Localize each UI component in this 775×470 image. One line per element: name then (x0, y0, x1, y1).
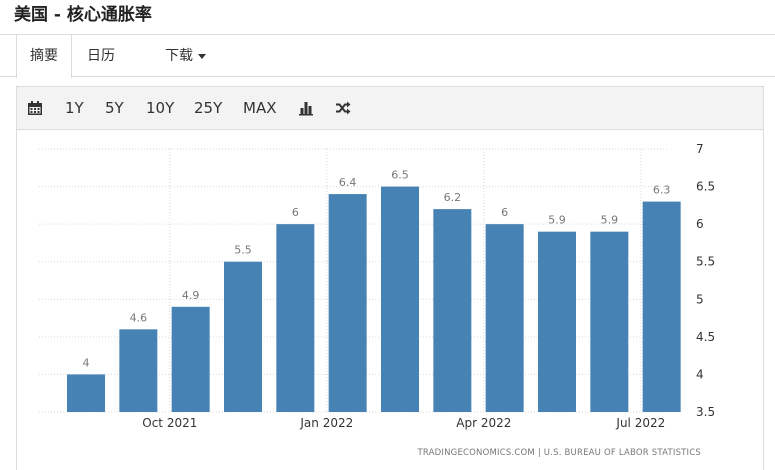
y-tick-label: 3.5 (696, 405, 715, 419)
bar-value-label: 5.9 (601, 214, 619, 227)
range-max-button[interactable]: MAX (243, 87, 276, 129)
y-tick-label: 6.5 (696, 180, 715, 194)
shuffle-icon[interactable] (335, 100, 351, 116)
tab-download-label: 下载 (165, 48, 193, 64)
bar (590, 231, 629, 412)
bar (485, 224, 524, 412)
bar-value-label: 6.3 (653, 184, 671, 197)
bar-value-label: 6.5 (391, 169, 409, 182)
bar-value-label: 5.9 (548, 214, 566, 227)
bar-value-label: 5.5 (234, 244, 252, 257)
tab-download[interactable]: 下载 (165, 35, 206, 77)
bar-value-label: 4.9 (182, 289, 200, 302)
bar-value-label: 4 (83, 356, 90, 369)
range-1y-button[interactable]: 1Y (65, 87, 84, 129)
bar-value-label: 4.6 (130, 311, 148, 324)
bar (328, 194, 367, 412)
x-tick-label: Jan 2022 (299, 416, 353, 430)
range-5y-button[interactable]: 5Y (105, 87, 124, 129)
bar (67, 374, 105, 412)
bar (433, 209, 472, 412)
range-10y-button[interactable]: 10Y (146, 87, 174, 129)
y-tick-label: 5 (696, 292, 704, 306)
y-tick-label: 7 (696, 142, 704, 156)
page-title: 美国 - 核心通胀率 (14, 5, 152, 25)
x-tick-label: Oct 2021 (142, 416, 197, 430)
calendar-icon[interactable] (27, 100, 43, 116)
x-tick-label: Jul 2022 (615, 416, 665, 430)
tab-calendar[interactable]: 日历 (87, 35, 115, 77)
bar (119, 329, 158, 412)
y-tick-label: 4 (696, 367, 704, 381)
chart-credit: TRADINGECONOMICS.COM | U.S. BUREAU OF LA… (417, 448, 701, 458)
bar (276, 224, 315, 412)
bar (381, 186, 419, 412)
bar-chart-icon[interactable] (298, 100, 314, 116)
bar-value-label: 6.4 (339, 176, 357, 189)
bar-value-label: 6 (292, 206, 299, 219)
x-tick-label: Apr 2022 (456, 416, 511, 430)
tab-bar: 摘要 日历 下载 (0, 34, 775, 78)
y-tick-label: 6 (696, 217, 704, 231)
chart-panel: 7 6.5 6 5.5 5 4.5 4 3.5 Oct 2021 Jan 2022 Apr 2022… (16, 130, 764, 470)
bar (171, 306, 210, 412)
bar (538, 231, 576, 412)
bar-value-label: 6 (501, 206, 508, 219)
bar-chart: 7 6.5 6 5.5 5 4.5 4 3.5 Oct 2021 Jan 2022 Apr 2022… (39, 142, 715, 430)
range-25y-button[interactable]: 25Y (194, 87, 222, 129)
bar-value-label: 6.2 (444, 191, 462, 204)
y-tick-label: 5.5 (696, 255, 715, 269)
chart-toolbar: 1Y 5Y 10Y 25Y MAX (16, 86, 764, 130)
y-tick-label: 4.5 (696, 330, 715, 344)
bar (224, 261, 262, 412)
caret-down-icon (198, 53, 206, 59)
tab-summary[interactable]: 摘要 (16, 35, 72, 78)
bar (642, 201, 681, 412)
